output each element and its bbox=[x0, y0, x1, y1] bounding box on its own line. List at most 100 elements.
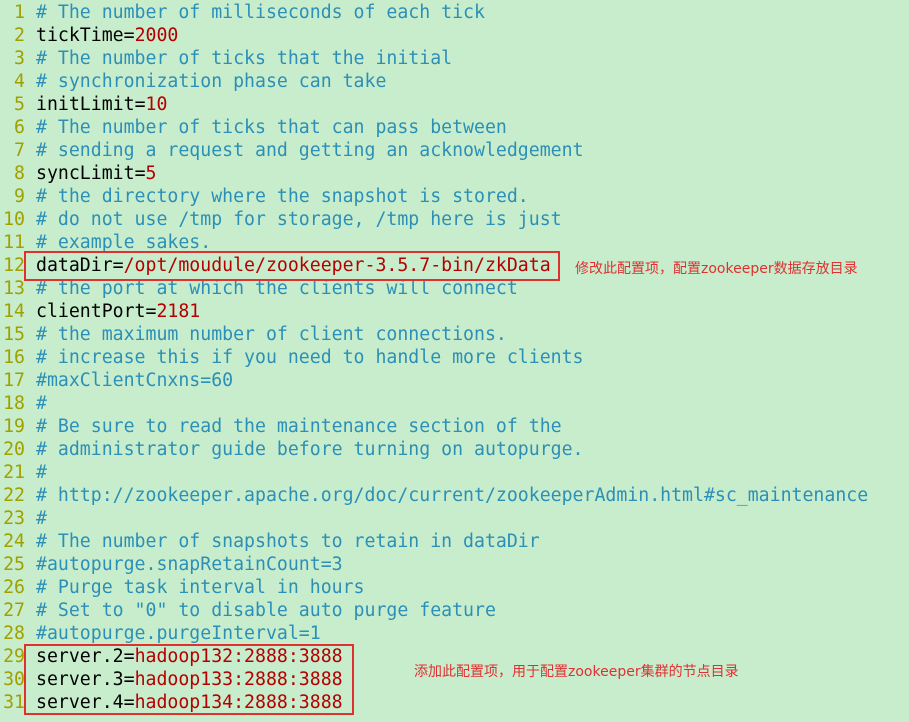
code-line[interactable]: 17 #maxClientCnxns=60 bbox=[0, 369, 909, 392]
line-number: 23 bbox=[3, 508, 25, 529]
comment-text: # bbox=[36, 508, 47, 529]
line-number: 10 bbox=[3, 209, 25, 230]
config-value: 2181 bbox=[156, 301, 201, 322]
line-number: 4 bbox=[14, 71, 25, 92]
comment-text: # The number of ticks that can pass betw… bbox=[36, 117, 507, 138]
line-number: 31 bbox=[3, 692, 25, 713]
comment-text: # The number of ticks that the initial bbox=[36, 48, 453, 69]
comment-text: # bbox=[36, 393, 47, 414]
line-code: # Be sure to read the maintenance sectio… bbox=[36, 415, 562, 438]
equals-sign: = bbox=[134, 94, 146, 115]
code-line[interactable]: 2 tickTime=2000 bbox=[0, 24, 909, 47]
config-key: syncLimit bbox=[36, 163, 135, 184]
servers-highlight-box bbox=[24, 644, 354, 715]
equals-sign: = bbox=[145, 301, 157, 322]
code-line[interactable]: 28 #autopurge.purgeInterval=1 bbox=[0, 622, 909, 645]
line-code: # administrator guide before turning on … bbox=[36, 438, 584, 461]
code-line[interactable]: 5 initLimit=10 bbox=[0, 93, 909, 116]
line-code: # Set to "0" to disable auto purge featu… bbox=[36, 599, 496, 622]
line-number: 15 bbox=[3, 324, 25, 345]
code-line[interactable]: 8 syncLimit=5 bbox=[0, 162, 909, 185]
line-number: 18 bbox=[3, 393, 25, 414]
line-code: # the directory where the snapshot is st… bbox=[36, 185, 529, 208]
line-code: # the maximum number of client connectio… bbox=[36, 323, 507, 346]
line-code: syncLimit=5 bbox=[36, 162, 156, 185]
comment-text: # administrator guide before turning on … bbox=[36, 439, 584, 460]
code-line[interactable]: 3 # The number of ticks that the initial bbox=[0, 47, 909, 70]
comment-text: #autopurge.snapRetainCount=3 bbox=[36, 554, 343, 575]
config-value: 10 bbox=[145, 94, 168, 115]
code-line[interactable]: 14 clientPort=2181 bbox=[0, 300, 909, 323]
code-line[interactable]: 24 # The number of snapshots to retain in… bbox=[0, 530, 909, 553]
config-editor[interactable]: 1 # The number of milliseconds of each ti… bbox=[0, 1, 909, 714]
line-number: 13 bbox=[3, 278, 25, 299]
code-line[interactable]: 18 # bbox=[0, 392, 909, 415]
code-line[interactable]: 9 # the directory where the snapshot is s… bbox=[0, 185, 909, 208]
line-number: 28 bbox=[3, 623, 25, 644]
line-number: 8 bbox=[14, 163, 25, 184]
line-number: 21 bbox=[3, 462, 25, 483]
comment-text: # http://zookeeper.apache.org/doc/curren… bbox=[36, 485, 869, 506]
line-number: 5 bbox=[14, 94, 25, 115]
comment-text: #autopurge.purgeInterval=1 bbox=[36, 623, 321, 644]
comment-text: # do not use /tmp for storage, /tmp here… bbox=[36, 209, 562, 230]
code-line[interactable]: 22 # http://zookeeper.apache.org/doc/curr… bbox=[0, 484, 909, 507]
comment-text: #maxClientCnxns=60 bbox=[36, 370, 234, 391]
line-code: tickTime=2000 bbox=[36, 24, 178, 47]
line-number: 16 bbox=[3, 347, 25, 368]
comment-text: # the port at which the clients will con… bbox=[36, 278, 518, 299]
line-code: # The number of ticks that can pass betw… bbox=[36, 116, 507, 139]
code-line[interactable]: 6 # The number of ticks that can pass bet… bbox=[0, 116, 909, 139]
config-key: tickTime bbox=[36, 25, 124, 46]
comment-text: # the maximum number of client connectio… bbox=[36, 324, 507, 345]
line-number: 14 bbox=[3, 301, 25, 322]
config-key: initLimit bbox=[36, 94, 135, 115]
code-line[interactable]: 21 # bbox=[0, 461, 909, 484]
line-number: 24 bbox=[3, 531, 25, 552]
line-code: # bbox=[36, 507, 47, 530]
code-line[interactable]: 27 # Set to "0" to disable auto purge fea… bbox=[0, 599, 909, 622]
line-number: 17 bbox=[3, 370, 25, 391]
code-line[interactable]: 23 # bbox=[0, 507, 909, 530]
line-code: # The number of ticks that the initial bbox=[36, 47, 452, 70]
code-line[interactable]: 10 # do not use /tmp for storage, /tmp he… bbox=[0, 208, 909, 231]
comment-text: # Purge task interval in hours bbox=[36, 577, 365, 598]
line-code: # Purge task interval in hours bbox=[36, 576, 365, 599]
line-number: 19 bbox=[3, 416, 25, 437]
comment-text: # The number of snapshots to retain in d… bbox=[36, 531, 540, 552]
servers-annotation: 添加此配置项，用于配置zookeeper集群的节点目录 bbox=[414, 664, 739, 680]
comment-text: # synchronization phase can take bbox=[36, 71, 387, 92]
line-number: 6 bbox=[14, 117, 25, 138]
line-code: # do not use /tmp for storage, /tmp here… bbox=[36, 208, 562, 231]
code-line[interactable]: 16 # increase this if you need to handle … bbox=[0, 346, 909, 369]
line-number: 2 bbox=[14, 25, 25, 46]
equals-sign: = bbox=[123, 25, 135, 46]
code-line[interactable]: 19 # Be sure to read the maintenance sect… bbox=[0, 415, 909, 438]
line-number: 9 bbox=[14, 186, 25, 207]
line-code: # The number of milliseconds of each tic… bbox=[36, 1, 485, 24]
code-line[interactable]: 25 #autopurge.snapRetainCount=3 bbox=[0, 553, 909, 576]
line-code: # synchronization phase can take bbox=[36, 70, 386, 93]
code-line[interactable]: 7 # sending a request and getting an ackn… bbox=[0, 139, 909, 162]
line-code: #autopurge.purgeInterval=1 bbox=[36, 622, 321, 645]
code-line[interactable]: 26 # Purge task interval in hours bbox=[0, 576, 909, 599]
code-line[interactable]: 20 # administrator guide before turning o… bbox=[0, 438, 909, 461]
line-code: initLimit=10 bbox=[36, 93, 167, 116]
line-code: # http://zookeeper.apache.org/doc/curren… bbox=[36, 484, 868, 507]
line-code: # sending a request and getting an ackno… bbox=[36, 139, 584, 162]
code-line[interactable]: 1 # The number of milliseconds of each ti… bbox=[0, 1, 909, 24]
config-key: clientPort bbox=[36, 301, 146, 322]
equals-sign: = bbox=[134, 163, 146, 184]
line-code: clientPort=2181 bbox=[36, 300, 200, 323]
line-number: 30 bbox=[3, 669, 25, 690]
code-line[interactable]: 4 # synchronization phase can take bbox=[0, 70, 909, 93]
line-number: 20 bbox=[3, 439, 25, 460]
code-line[interactable]: 15 # the maximum number of client connect… bbox=[0, 323, 909, 346]
line-number: 29 bbox=[3, 646, 25, 667]
datadir-annotation: 修改此配置项，配置zookeeper数据存放目录 bbox=[575, 261, 858, 277]
comment-text: # example sakes. bbox=[36, 232, 212, 253]
comment-text: # increase this if you need to handle mo… bbox=[36, 347, 584, 368]
line-number: 3 bbox=[14, 48, 25, 69]
comment-text: # Set to "0" to disable auto purge featu… bbox=[36, 600, 496, 621]
datadir-highlight-box bbox=[24, 251, 560, 281]
